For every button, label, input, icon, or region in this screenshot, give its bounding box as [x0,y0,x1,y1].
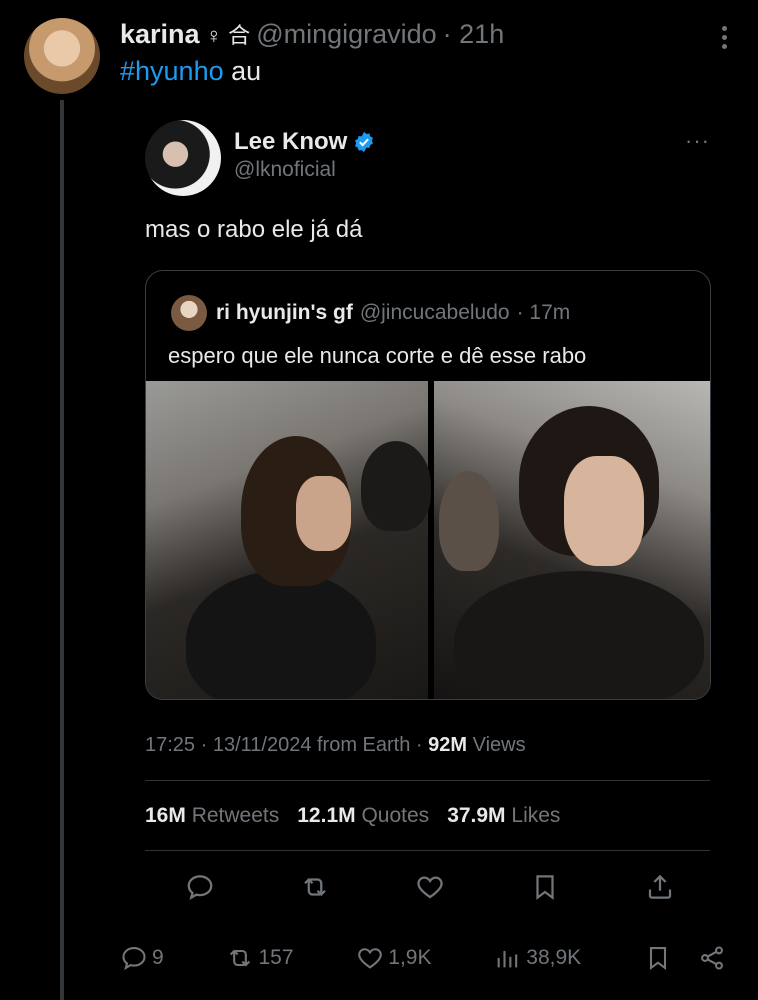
nested-quote-photo-right[interactable] [434,381,710,699]
nested-quote-header: ri hyunjin's gf @jincucabeludo · 17m [216,301,570,325]
retweets-label: Retweets [191,804,280,827]
quoted-tweet-text: mas o rabo ele já dá [145,216,363,243]
outer-like-button[interactable]: 1,9K [356,944,432,972]
retweet-icon[interactable] [300,872,330,902]
share-icon[interactable] [698,944,726,972]
tweet-meta: 17:25 · 13/11/2024 from Earth · 92M View… [145,734,526,757]
like-icon [358,948,383,969]
bookmark-icon[interactable] [644,944,672,972]
quotes-label: Quotes [361,804,430,827]
quoted-author-avatar[interactable] [145,120,221,196]
hashtag-link[interactable]: #hyunho [120,56,224,86]
engagement-stats: 16M Retweets 12.1M Quotes 37.9M Likes [145,804,560,828]
tweet-timestamp[interactable]: 17:25 · 13/11/2024 from Earth · [145,734,423,756]
nested-author-name: ri hyunjin's gf [216,301,353,324]
verified-badge-icon [355,131,374,153]
reply-icon[interactable] [185,872,215,902]
reply-icon [122,947,146,971]
outer-author-name[interactable]: karina [120,19,200,50]
outer-author-avatar[interactable] [24,18,100,94]
outer-reply-button[interactable]: 9 [120,944,164,972]
outer-views-button[interactable]: 38,9K [494,944,581,972]
nested-quote-card[interactable]: ri hyunjin's gf @jincucabeludo · 17m esp… [145,270,711,700]
outer-retweet-button[interactable]: 157 [226,944,294,972]
retweets-count: 16M [145,804,186,827]
quoted-author-handle[interactable]: @lknoficial [234,158,336,182]
retweet-icon [230,949,251,967]
retweets-stat[interactable]: 16M Retweets [145,804,279,828]
divider [145,780,710,781]
outer-tweet-header: karina ♀ 合 @mingigravido · 21h [120,18,504,50]
likes-stat[interactable]: 37.9M Likes [447,804,560,828]
outer-tweet-text-rest: au [223,56,262,86]
quoted-author-name[interactable]: Lee Know [234,128,347,156]
like-icon[interactable] [415,872,445,902]
outer-author-badges: ♀ 合 [205,23,251,48]
views-icon [497,951,518,968]
nested-author-handle: @jincucabeludo [359,301,510,324]
outer-action-bar: 9 157 1,9K 38,9K [120,938,726,978]
nested-quote-text: espero que ele nunca corte e dê esse rab… [168,343,587,368]
nested-quote-time: · 17m [516,301,571,324]
more-options-icon[interactable] [720,22,728,52]
quotes-stat[interactable]: 12.1M Quotes [297,804,429,828]
outer-actions-right [644,944,726,972]
quoted-action-bar [185,872,675,908]
views-count: 92M [428,734,468,756]
outer-tweet-time[interactable]: · 21h [443,19,505,50]
nested-quote-photo-left[interactable] [146,381,431,699]
outer-reply-count: 9 [152,946,164,969]
nested-author-avatar [171,295,207,331]
outer-like-count: 1,9K [388,946,432,969]
likes-count: 37.9M [447,804,506,827]
divider [145,850,710,851]
bookmark-icon[interactable] [530,872,560,902]
quoted-author-name-row: Lee Know [234,128,375,156]
outer-retweet-count: 157 [258,946,294,969]
outer-author-handle[interactable]: @mingigravido [256,19,436,50]
share-icon[interactable] [645,872,675,902]
thread-line [60,100,64,1000]
quotes-count: 12.1M [297,804,356,827]
likes-label: Likes [511,804,561,827]
views-label: Views [472,734,526,756]
outer-views-count: 38,9K [526,946,582,969]
quoted-more-options-icon[interactable]: ··· [685,128,710,154]
outer-tweet-text: #hyunho au [120,56,261,87]
